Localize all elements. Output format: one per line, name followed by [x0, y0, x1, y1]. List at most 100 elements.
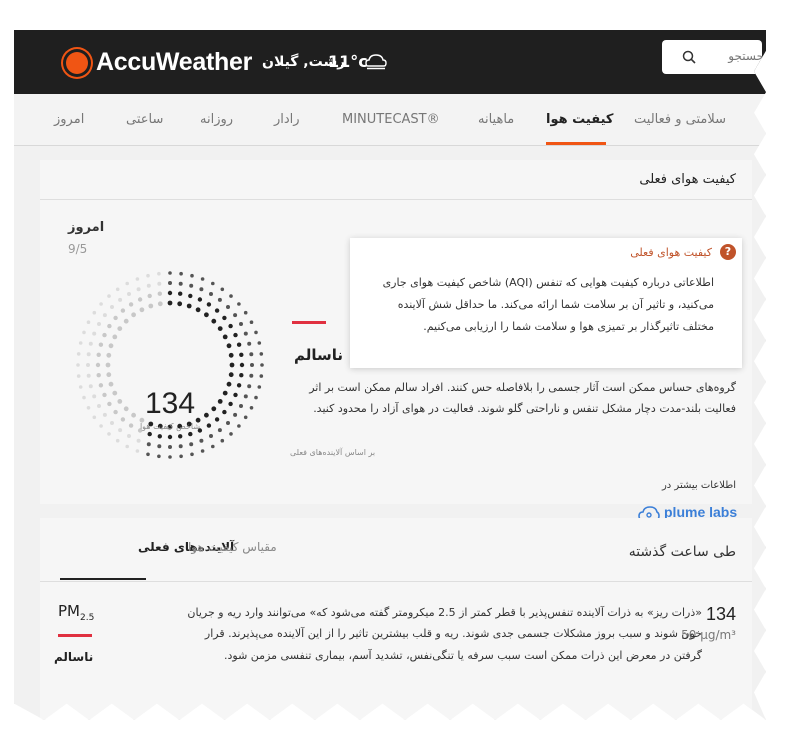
tab-aqi-scale[interactable]: مقیاس کیفیت هوا	[188, 540, 277, 554]
dial-dot	[254, 395, 258, 400]
dial-dot	[217, 326, 223, 331]
dial-dot	[257, 385, 262, 389]
dial-dot	[243, 310, 248, 315]
dial-dot	[108, 381, 114, 387]
dial-dot	[260, 363, 264, 367]
dial-dot	[136, 287, 141, 292]
pollutant-status-bar	[58, 634, 92, 637]
current-temperature[interactable]: 11°c	[328, 52, 368, 71]
dial-dot	[115, 287, 120, 292]
dial-dot	[107, 401, 112, 407]
dial-dot	[157, 444, 162, 449]
dial-dot	[233, 332, 238, 338]
dial-dot	[112, 334, 118, 340]
question-icon[interactable]: ?	[720, 244, 736, 260]
dial-dot	[139, 307, 145, 313]
dial-dot	[88, 341, 93, 346]
dial-dot	[237, 424, 241, 428]
dial-dot	[157, 291, 162, 296]
aqi-dial	[76, 271, 264, 459]
dial-dot	[178, 291, 183, 296]
tooltip-body: اطلاعاتی درباره کیفیت هوایی که تنفس (AQI…	[382, 276, 714, 333]
dial-dot	[222, 409, 227, 415]
dial-dot	[178, 444, 183, 449]
search-icon[interactable]	[682, 50, 696, 64]
tooltip-title: کیفیت هوای فعلی	[630, 246, 712, 259]
cloud-icon[interactable]	[364, 52, 388, 70]
based-on-note: بر اساس آلاینده‌های فعلی	[290, 448, 376, 457]
dial-dot	[86, 363, 90, 367]
nav-radar[interactable]: رادار	[274, 112, 300, 127]
dial-dot	[157, 271, 161, 276]
nav-hourly[interactable]: ساعتی	[126, 112, 163, 127]
dial-dot	[146, 273, 150, 278]
nav-active-indicator	[546, 142, 606, 145]
dial-dot	[199, 287, 204, 292]
dial-dot	[113, 315, 118, 321]
dial-dot	[214, 308, 220, 313]
dial-dot	[157, 281, 162, 286]
card-title: کیفیت هوای فعلی	[639, 172, 736, 187]
dial-dot	[220, 287, 225, 292]
dial-dot	[195, 307, 201, 313]
nav-daily[interactable]: روزانه	[200, 112, 233, 127]
dial-dot	[168, 445, 172, 449]
dial-dot	[249, 406, 254, 410]
dial-dot	[102, 313, 107, 318]
info-tooltip: ? کیفیت هوای فعلی اطلاعاتی درباره کیفیت …	[350, 238, 742, 368]
nav-air-quality[interactable]: کیفیت هوا	[546, 112, 613, 127]
dial-dot	[226, 305, 230, 309]
nav-health-activities[interactable]: سلامتی و فعالیت	[634, 112, 726, 127]
top-header: AccuWeather رشت, گیلان 11°c	[14, 30, 766, 94]
dial-dot	[247, 384, 252, 389]
dial-dot	[148, 303, 154, 309]
dial-dot	[209, 434, 213, 438]
search-input[interactable]	[704, 49, 764, 63]
dial-dot	[95, 362, 101, 368]
dial-dot	[107, 432, 111, 436]
dial-dot	[226, 381, 232, 387]
dial-dot	[102, 392, 107, 398]
dial-dot	[102, 412, 107, 417]
dial-dot	[82, 330, 86, 335]
dial-dot	[135, 277, 140, 281]
dial-dot	[249, 373, 254, 378]
pollutant-subscript: 2.5	[80, 613, 95, 623]
brand-logo[interactable]: AccuWeather	[96, 48, 252, 77]
dial-dot	[179, 454, 183, 459]
dial-dot	[197, 297, 203, 302]
dial-dot	[259, 374, 264, 378]
dial-dot	[96, 352, 101, 357]
dial-dot	[118, 297, 123, 302]
nav-minutecast[interactable]: MINUTECAST®	[342, 112, 440, 127]
dial-dot	[209, 292, 213, 296]
dial-dot	[110, 305, 114, 309]
dial-dot	[88, 384, 93, 389]
dial-dot	[86, 320, 91, 324]
aqi-value: 134	[144, 387, 196, 420]
dial-dot	[99, 424, 103, 428]
dial-dot	[82, 395, 86, 400]
dial-dot	[108, 343, 114, 349]
aqi-status: ناسالم	[294, 346, 344, 364]
dial-dot	[239, 352, 244, 357]
pollutant-symbol: PM	[58, 602, 80, 620]
dial-dot	[228, 372, 234, 378]
dial-dot	[222, 334, 228, 340]
dial-dot	[96, 373, 101, 378]
dial-dot	[105, 362, 111, 368]
dial-dot	[102, 332, 107, 338]
day-label: امروز	[68, 220, 105, 235]
dial-dot	[97, 322, 101, 326]
accuweather-sun-icon[interactable]	[66, 52, 88, 74]
pollutants-header: طی ساعت گذشته آلاینده‌های فعلی مقیاس کیف…	[40, 518, 752, 582]
nav-monthly[interactable]: ماهیانه	[478, 112, 514, 127]
date-label: 9/5	[68, 242, 88, 256]
dial-dot	[92, 415, 97, 420]
dial-dot	[237, 302, 241, 306]
dial-dot	[115, 438, 120, 443]
dial-dot	[178, 281, 183, 286]
nav-today[interactable]: امروز	[54, 112, 84, 127]
dial-dot	[146, 452, 150, 457]
dial-dot	[206, 302, 212, 307]
